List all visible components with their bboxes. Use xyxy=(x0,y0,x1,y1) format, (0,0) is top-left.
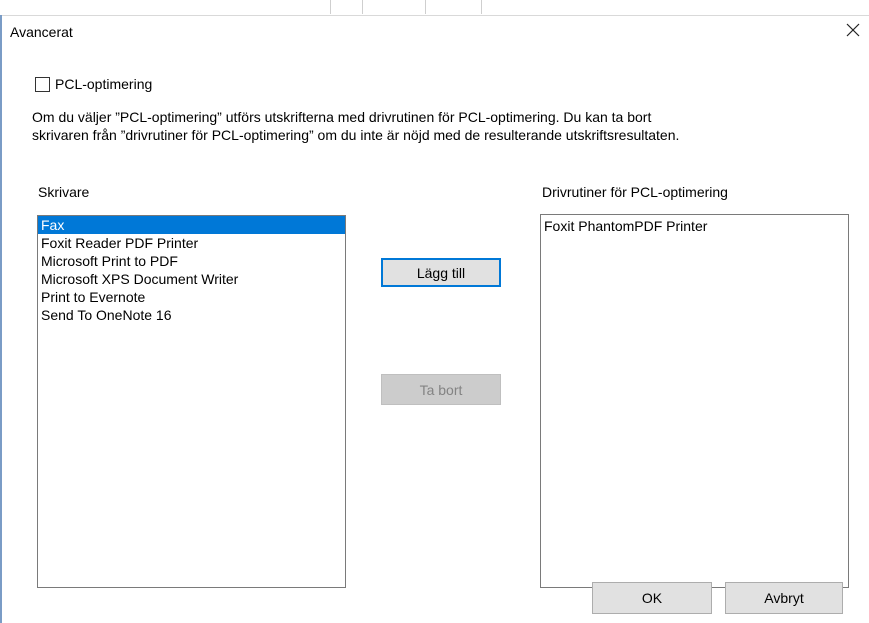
description-line: skrivaren från ”drivrutiner för PCL-opti… xyxy=(32,127,680,143)
advanced-dialog: Avancerat PCL-optimering Om du väljer ”P… xyxy=(2,16,869,623)
list-item[interactable]: Foxit PhantomPDF Printer xyxy=(541,217,848,235)
parent-divider xyxy=(362,0,482,14)
pcl-optimization-checkbox[interactable] xyxy=(35,76,50,92)
add-button[interactable]: Lägg till xyxy=(381,258,501,287)
pcl-optimization-label: PCL-optimering xyxy=(55,76,153,92)
ok-button[interactable]: OK xyxy=(592,582,712,614)
parent-divider xyxy=(330,0,331,14)
parent-window-strip xyxy=(0,0,869,16)
dialog-title: Avancerat xyxy=(10,24,73,40)
close-button[interactable] xyxy=(841,18,865,42)
pcl-drivers-label: Drivrutiner för PCL-optimering xyxy=(542,184,728,200)
list-item[interactable]: Microsoft XPS Document Writer xyxy=(38,270,345,288)
printers-listbox[interactable]: Fax Foxit Reader PDF Printer Microsoft P… xyxy=(37,215,346,588)
list-item[interactable]: Fax xyxy=(38,216,345,234)
cancel-button[interactable]: Avbryt xyxy=(725,582,843,614)
screen: Avancerat PCL-optimering Om du väljer ”P… xyxy=(0,0,869,623)
remove-button[interactable]: Ta bort xyxy=(381,374,501,405)
pcl-drivers-listbox[interactable]: Foxit PhantomPDF Printer xyxy=(540,214,849,588)
parent-divider xyxy=(425,0,426,14)
list-item[interactable]: Send To OneNote 16 xyxy=(38,306,345,324)
description: Om du väljer ”PCL-optimering” utförs uts… xyxy=(32,108,852,144)
description-line: Om du väljer ”PCL-optimering” utförs uts… xyxy=(32,109,652,125)
printers-label: Skrivare xyxy=(38,184,90,200)
pcl-optimization-option[interactable]: PCL-optimering xyxy=(35,76,152,92)
close-icon xyxy=(846,23,860,37)
list-item[interactable]: Print to Evernote xyxy=(38,288,345,306)
list-item[interactable]: Microsoft Print to PDF xyxy=(38,252,345,270)
list-item[interactable]: Foxit Reader PDF Printer xyxy=(38,234,345,252)
